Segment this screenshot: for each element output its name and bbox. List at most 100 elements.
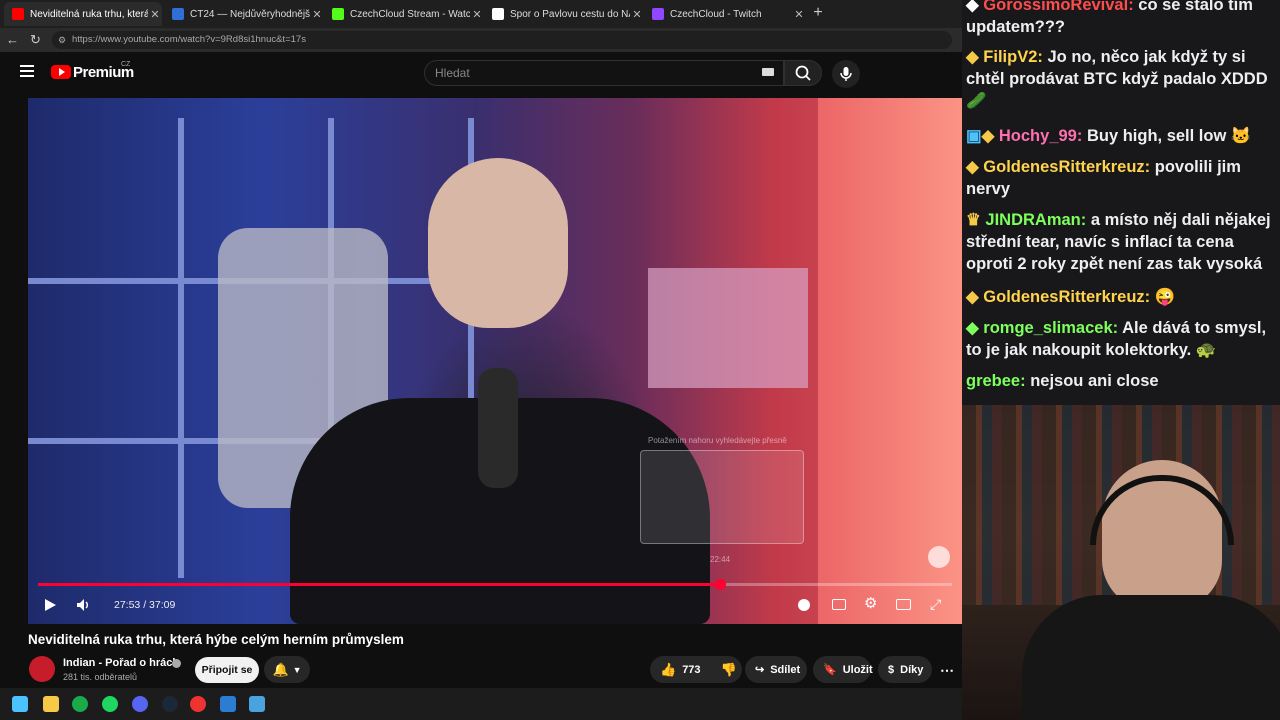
chat-message: grebee: nejsou ani close [966,372,1159,390]
progress-fill [38,583,720,586]
volume-button[interactable] [76,598,92,612]
chat-username[interactable]: Hochy_99 [999,127,1077,145]
streamer-webcam [962,405,1280,720]
share-label: Sdílet [770,663,801,676]
url-field[interactable]: ⚙ https://www.youtube.com/watch?v=9Rd8si… [52,31,952,49]
region-code: CZ [121,61,131,68]
progress-track[interactable] [38,583,952,586]
address-bar-row: ← ↻ ⚙ https://www.youtube.com/watch?v=9R… [0,28,962,52]
word-icon[interactable] [220,696,236,712]
badge-icon: ◆ [981,127,995,145]
presenter-head [428,158,568,328]
back-arrow-icon[interactable]: ← [6,32,20,48]
verified-badge-icon [172,659,181,668]
search-button[interactable] [784,60,822,86]
browser-tab[interactable]: Neviditelná ruka trhu, která hýbe c ✕ [4,2,162,26]
close-tab-icon[interactable]: ✕ [792,8,806,21]
share-icon: ↪ [755,664,765,676]
youtube-header: Premium CZ Hledat [0,52,962,98]
keyboard-icon[interactable] [762,68,774,76]
spotify-icon[interactable] [102,696,118,712]
channel-avatar[interactable] [29,656,55,682]
emote-icon: 🐢 [1195,341,1217,359]
browser-tab[interactable]: CzechCloud - Twitch ✕ [644,2,806,26]
search-input[interactable]: Hledat [424,60,784,86]
chat-username[interactable]: GoldenesRitterkreuz [983,288,1144,306]
badge-icon: ◆ [966,288,979,306]
edge-browser-icon[interactable] [72,696,88,712]
steam-icon[interactable] [162,696,178,712]
site-info-icon[interactable]: ⚙ [58,31,66,49]
chat-username[interactable]: romge_slimacek [983,319,1112,337]
dislike-button[interactable]: 👎 [721,662,737,678]
emote-icon: 😜 [1154,288,1176,306]
channel-name[interactable]: Indian - Pořad o hrách [63,657,179,669]
chat-username[interactable]: grebee [966,372,1020,390]
share-button[interactable]: ↪ Sdílet [745,656,807,683]
chat-username[interactable]: JINDRAman [985,211,1080,229]
chat-text: Buy high, sell low [1086,127,1227,145]
close-tab-icon[interactable]: ✕ [310,8,324,21]
miniplayer-icon[interactable] [896,599,911,610]
microphone [478,368,518,488]
drawer-unit [648,268,808,388]
video-title: Neviditelná ruka trhu, která hýbe celým … [28,632,404,647]
chat-message: ◆ GoldenesRitterkreuz: povolili jim nerv… [966,158,1241,198]
voice-search-button[interactable] [832,60,860,88]
progress-scrubber[interactable] [714,579,726,590]
video-player[interactable]: Potažením nahoru vyhledávejte přesně 22:… [28,98,962,624]
chat-username[interactable]: GoldenesRitterkreuz [983,158,1144,176]
subscriber-count: 281 tis. odběratelů [63,672,138,682]
reload-icon[interactable]: ↻ [30,32,44,48]
save-button[interactable]: 🔖 Uložit [813,656,873,683]
play-button[interactable] [42,598,58,612]
thanks-icon: $ [888,663,895,676]
new-tab-button[interactable]: + [810,4,826,22]
more-actions-icon[interactable]: ⋯ [940,662,954,679]
twitch-chat-panel: ◆ GorossimoRevival: co se stalo tím upda… [962,0,1280,405]
chat-username[interactable]: GorossimoRevival [983,0,1128,14]
preview-thumbnail [640,450,804,544]
close-tab-icon[interactable]: ✕ [630,8,644,21]
badge-icon: ▣ [966,127,982,145]
browser-tab[interactable]: Spor o Pavlovu cestu do NATO: „Ja ✕ [484,2,644,26]
settings-gear-icon[interactable]: ⚙ [864,596,880,612]
chat-message: ♛ JINDRAman: a místo něj dali nějakej st… [966,211,1271,273]
chat-message: ◆ FilipV2: Jo no, něco jak když ty si ch… [966,48,1268,110]
close-tab-icon[interactable]: ✕ [148,8,162,21]
subtitles-icon[interactable] [832,599,846,610]
chevron-down-icon: ▼ [292,664,302,675]
obs-icon[interactable] [190,696,206,712]
like-button[interactable]: 👍 773 [660,662,701,678]
save-label: Uložit [842,663,873,676]
tab-title: Spor o Pavlovu cestu do NATO: „Ja [510,8,630,20]
shelf-decoration [178,118,184,578]
thumbs-down-icon: 👎 [720,661,737,677]
chat-message: ◆ GorossimoRevival: co se stalo tím upda… [966,0,1272,38]
menu-icon[interactable] [20,65,34,77]
subscribed-bell-button[interactable]: 🔔 ▼ [264,656,310,683]
discord-icon[interactable] [132,696,148,712]
fullscreen-icon[interactable]: ⤢ [930,597,944,611]
thanks-button[interactable]: $ Díky [878,656,932,683]
chat-username[interactable]: FilipV2 [983,48,1037,66]
youtube-favicon-icon [12,8,24,20]
emote-icon: 🐱 [1230,127,1252,145]
search-icon [795,65,811,81]
ct24-favicon-icon [172,8,184,20]
browser-tab[interactable]: CzechCloud Stream - Watch Live o ✕ [324,2,484,26]
tab-title: CzechCloud - Twitch [670,8,762,20]
file-explorer-icon[interactable] [43,696,59,712]
emote-icon: 🥒 [966,92,987,110]
tab-title: CzechCloud Stream - Watch Live o [350,8,470,20]
autoplay-toggle-icon[interactable] [798,599,810,611]
youtube-logo-icon[interactable] [51,65,71,79]
notepad-icon[interactable] [249,696,265,712]
windows-start-icon[interactable] [12,696,28,712]
channel-watermark-icon[interactable] [928,546,950,568]
streamer-body [1022,595,1280,720]
crown-badge-icon: ♛ [966,211,981,229]
join-button[interactable]: Připojit se [195,657,259,683]
browser-tab[interactable]: ČT24 — Nejdůvěryhodnější zprav ✕ [164,2,324,26]
close-tab-icon[interactable]: ✕ [470,8,484,21]
